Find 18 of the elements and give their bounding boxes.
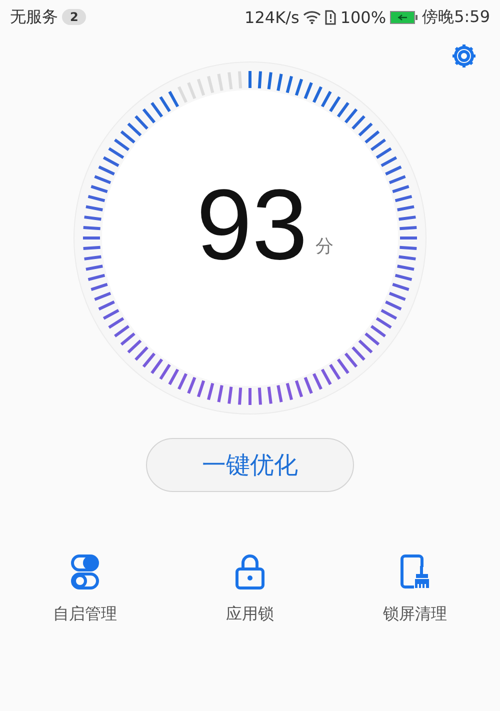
sim-alert-icon	[325, 10, 336, 24]
score-value: 93	[196, 170, 308, 280]
padlock-icon	[235, 554, 265, 590]
score-unit: 分	[316, 235, 334, 258]
phone-broom-icon	[400, 554, 430, 590]
toggles-icon	[71, 554, 99, 590]
battery-icon	[390, 10, 418, 24]
shortcut-label[interactable]: 锁屏清理	[383, 604, 447, 625]
shortcut-label[interactable]: 应用锁	[226, 604, 274, 625]
shortcut-label[interactable]: 自启管理	[53, 604, 117, 625]
carrier-text: 无服务	[10, 6, 58, 28]
battery-percent: 100%	[340, 8, 386, 26]
notification-count: 2	[62, 9, 86, 25]
clock: 傍晚5:59	[422, 6, 490, 28]
network-speed: 124K/s	[244, 8, 300, 26]
wifi-icon	[303, 10, 322, 24]
settings-icon[interactable]	[450, 42, 478, 70]
optimize-button[interactable]: 一键优化	[146, 438, 354, 492]
